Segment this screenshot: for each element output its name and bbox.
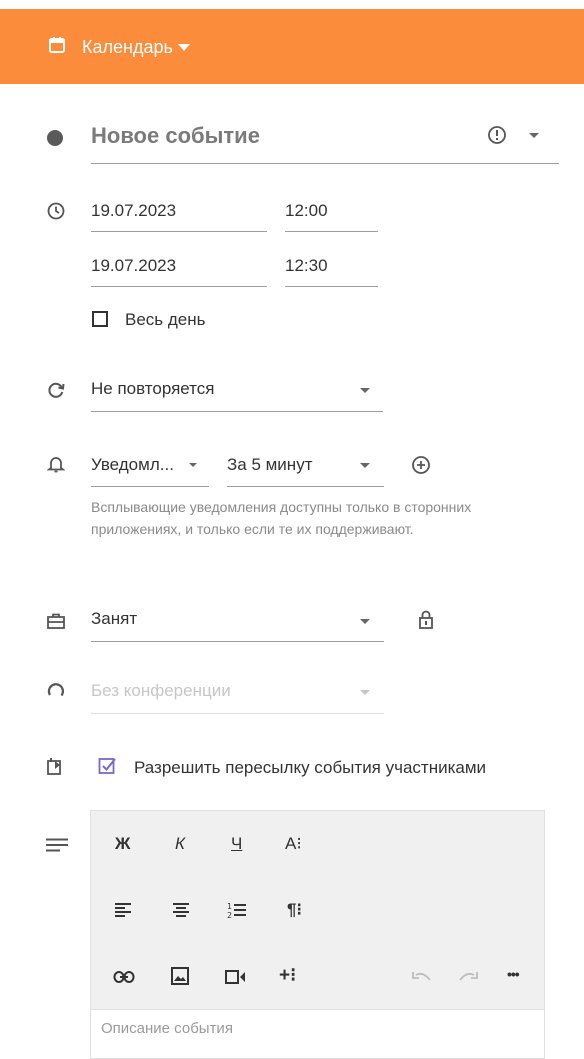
notify-time-select[interactable]: За 5 минут — [227, 454, 384, 487]
image-icon[interactable] — [171, 967, 189, 985]
video-icon[interactable] — [225, 969, 247, 985]
end-date-input[interactable]: 19.07.2023 — [91, 255, 267, 287]
lock-icon[interactable] — [418, 610, 434, 630]
description-icon — [46, 838, 68, 852]
clock-icon — [47, 202, 65, 220]
add-notification-icon[interactable] — [411, 455, 431, 475]
importance-dropdown-icon[interactable] — [529, 133, 539, 138]
insert-more-button[interactable]: +⁝ — [279, 965, 296, 987]
more-options-button[interactable]: ••• — [507, 963, 520, 985]
svg-text:1: 1 — [227, 902, 232, 911]
forward-label: Разрешить пересылку события участниками — [134, 758, 487, 777]
numbered-list-icon[interactable]: 12 — [227, 901, 247, 919]
align-left-icon[interactable] — [115, 903, 131, 917]
calendar-icon — [48, 36, 66, 54]
description-placeholder: Описание события — [101, 1020, 233, 1037]
bell-icon — [47, 455, 65, 473]
redo-icon[interactable] — [458, 971, 478, 983]
align-center-icon[interactable] — [173, 903, 189, 917]
calendar-selector[interactable]: Календарь — [82, 36, 173, 58]
event-forward-icon — [46, 756, 66, 776]
briefcase-icon — [46, 612, 66, 630]
forward-checkbox[interactable] — [98, 756, 118, 776]
repeat-select[interactable]: Не повторяется — [91, 378, 383, 412]
repeat-icon — [46, 380, 66, 400]
bold-button[interactable]: Ж — [115, 833, 130, 855]
start-time-input[interactable]: 12:00 — [285, 200, 378, 232]
repeat-dropdown-icon[interactable] — [360, 388, 370, 393]
conference-dropdown-icon[interactable] — [360, 690, 370, 695]
all-day-checkbox[interactable] — [92, 311, 108, 327]
italic-button[interactable]: К — [175, 833, 185, 855]
busy-select[interactable]: Занят — [91, 608, 384, 642]
undo-icon[interactable] — [412, 971, 432, 983]
link-icon[interactable] — [113, 970, 135, 984]
notify-time-dropdown-icon[interactable] — [360, 463, 370, 468]
description-input[interactable]: Описание события — [90, 1010, 545, 1059]
conference-select[interactable]: Без конференции — [91, 680, 384, 714]
app-header: Календарь — [0, 9, 584, 84]
chevron-down-icon[interactable] — [178, 44, 190, 51]
notify-type-select[interactable]: Уведомл... — [91, 454, 209, 487]
underline-button[interactable]: Ч — [231, 833, 242, 855]
notify-hint: Всплывающие уведомления доступны только … — [91, 499, 472, 537]
paragraph-button[interactable]: ¶⁝ — [287, 899, 302, 921]
importance-icon[interactable] — [487, 125, 507, 145]
notify-type-dropdown-icon[interactable] — [189, 463, 197, 467]
event-color-dot[interactable] — [46, 129, 64, 147]
end-time-input[interactable]: 12:30 — [285, 255, 378, 287]
busy-dropdown-icon[interactable] — [360, 619, 370, 624]
svg-text:2: 2 — [227, 911, 232, 919]
editor-toolbar: Ж К Ч A⁝ 12 ¶⁝ +⁝ ••• — [90, 810, 545, 1010]
all-day-label: Весь день — [125, 310, 206, 329]
font-button[interactable]: A⁝ — [285, 833, 302, 855]
start-date-input[interactable]: 19.07.2023 — [91, 200, 267, 232]
conference-icon — [47, 682, 65, 700]
